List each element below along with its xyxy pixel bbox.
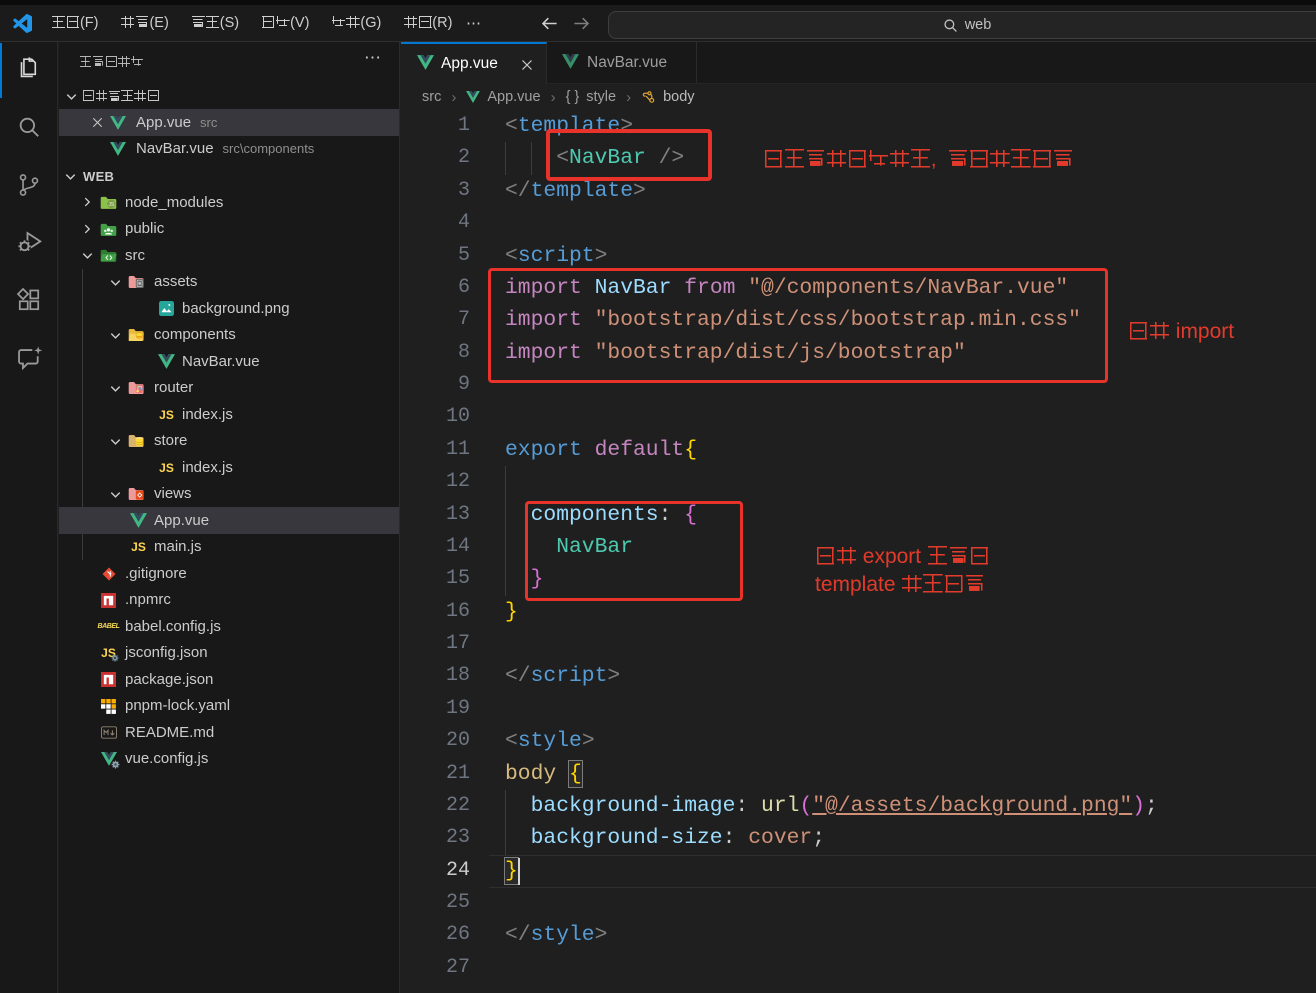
svg-text:JS: JS: [108, 202, 115, 208]
